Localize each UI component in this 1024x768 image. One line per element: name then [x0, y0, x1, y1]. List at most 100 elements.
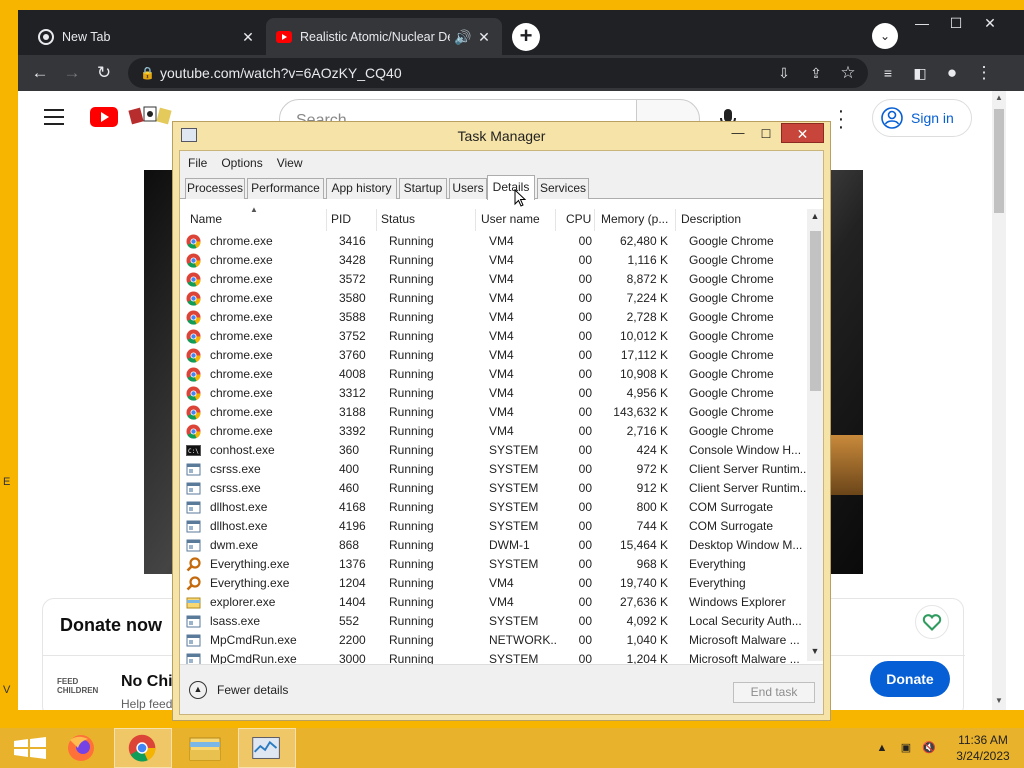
table-row[interactable]: chrome.exe 3392 Running VM4 00 2,716 K Google … — [180, 422, 812, 441]
table-row[interactable]: Everything.exe 1376 Running SYSTEM 00 968 K Ev… — [180, 555, 812, 574]
window-process-icon — [186, 653, 201, 664]
maximize-window-icon[interactable]: ☐ — [940, 12, 972, 34]
sign-in-button[interactable]: Sign in — [872, 99, 972, 137]
table-row[interactable]: chrome.exe 3428 Running VM4 00 1,116 K Google … — [180, 251, 812, 270]
page-scrollbar[interactable]: ▲ ▼ — [992, 91, 1006, 710]
table-row[interactable]: chrome.exe 3416 Running VM4 00 62,480 K Google… — [180, 232, 812, 251]
task-manager-body: File Options View Processes Performance … — [179, 150, 824, 715]
column-divider[interactable] — [675, 209, 676, 231]
table-row[interactable]: chrome.exe 3752 Running VM4 00 10,012 K Google… — [180, 327, 812, 346]
youtube-logo-icon[interactable] — [90, 107, 118, 127]
process-status: Running — [389, 652, 434, 664]
clock[interactable]: 11:36 AM 3/24/2023 — [948, 732, 1018, 764]
tab-startup[interactable]: Startup — [399, 178, 447, 199]
tab-youtube[interactable]: Realistic Atomic/Nuclear Des 🔊 ✕ — [266, 18, 502, 55]
process-cpu: 00 — [578, 557, 592, 571]
tab-processes[interactable]: Processes — [185, 178, 245, 199]
table-row[interactable]: MpCmdRun.exe 3000 Running SYSTEM 00 1,204 K Mi… — [180, 650, 812, 664]
tab-new-tab[interactable]: New Tab ✕ — [28, 18, 266, 55]
media-controls-icon[interactable]: ≡ — [876, 61, 900, 85]
table-row[interactable]: chrome.exe 3588 Running VM4 00 2,728 K Google … — [180, 308, 812, 327]
table-row[interactable]: chrome.exe 4008 Running VM4 00 10,908 K Google… — [180, 365, 812, 384]
tab-users[interactable]: Users — [449, 178, 487, 199]
column-divider[interactable] — [475, 209, 476, 231]
column-divider[interactable] — [555, 209, 556, 231]
show-hidden-icons-icon[interactable]: ▲ — [874, 740, 890, 756]
firefox-icon[interactable] — [52, 728, 110, 768]
hamburger-menu-icon[interactable] — [44, 109, 64, 130]
table-row[interactable]: Everything.exe 1204 Running VM4 00 19,740 K Ev… — [180, 574, 812, 593]
table-row[interactable]: MpCmdRun.exe 2200 Running NETWORK... 00 1,040… — [180, 631, 812, 650]
new-tab-button[interactable]: + — [512, 23, 540, 51]
table-row[interactable]: C:\ conhost.exe 360 Running SYSTEM 00 424 K Con… — [180, 441, 812, 460]
table-row[interactable]: chrome.exe 3760 Running VM4 00 17,112 K Google… — [180, 346, 812, 365]
menu-options[interactable]: Options — [221, 156, 262, 170]
forward-icon[interactable]: → — [60, 61, 84, 85]
table-row[interactable]: csrss.exe 400 Running SYSTEM 00 972 K Client S… — [180, 460, 812, 479]
volume-muted-icon[interactable]: 🔇 — [921, 740, 937, 756]
table-row[interactable]: chrome.exe 3580 Running VM4 00 7,224 K Google … — [180, 289, 812, 308]
table-row[interactable]: csrss.exe 460 Running SYSTEM 00 912 K Client S… — [180, 479, 812, 498]
task-manager-titlebar[interactable]: Task Manager — ☐ ✕ — [173, 122, 830, 150]
install-app-icon[interactable]: ⇩ — [772, 61, 796, 85]
table-row[interactable]: chrome.exe 3188 Running VM4 00 143,632 K Googl… — [180, 403, 812, 422]
scroll-up-icon[interactable]: ▲ — [807, 211, 823, 221]
chrome-menu-icon[interactable]: ⋮ — [972, 61, 996, 85]
close-tab-icon[interactable]: ✕ — [476, 29, 492, 45]
reload-icon[interactable]: ↻ — [92, 61, 116, 85]
table-row[interactable]: lsass.exe 552 Running SYSTEM 00 4,092 K Local … — [180, 612, 812, 631]
address-bar[interactable]: 🔒 youtube.com/watch?v=6AOzKY_CQ40 — [128, 58, 868, 88]
column-divider[interactable] — [376, 209, 377, 231]
column-description[interactable]: Description — [681, 212, 741, 226]
column-name[interactable]: Name — [190, 212, 222, 226]
network-icon[interactable]: ▣ — [898, 740, 914, 756]
profile-icon[interactable]: ● — [940, 61, 964, 85]
table-row[interactable]: explorer.exe 1404 Running VM4 00 27,636 K Wind… — [180, 593, 812, 612]
scroll-down-icon[interactable]: ▼ — [807, 646, 823, 656]
window-process-icon — [186, 501, 201, 514]
process-user: VM4 — [489, 310, 514, 324]
fewer-details-button[interactable]: ▲ Fewer details — [189, 681, 288, 699]
end-task-button[interactable]: End task — [733, 682, 815, 703]
close-window-icon[interactable]: ✕ — [974, 12, 1006, 34]
donate-button[interactable]: Donate — [870, 661, 950, 697]
file-explorer-icon[interactable] — [176, 728, 234, 768]
speaker-icon[interactable]: 🔊 — [454, 29, 471, 45]
minimize-icon[interactable]: — — [725, 124, 751, 144]
tab-app-history[interactable]: App history — [326, 178, 397, 199]
scroll-up-icon[interactable]: ▲ — [992, 93, 1006, 102]
bookmark-star-icon[interactable]: ☆ — [836, 61, 860, 85]
column-cpu[interactable]: CPU — [566, 212, 591, 226]
minimize-window-icon[interactable]: — — [906, 12, 938, 34]
share-icon[interactable]: ⇪ — [804, 61, 828, 85]
tab-search-button[interactable]: ⌄ — [872, 23, 898, 49]
table-row[interactable]: chrome.exe 3312 Running VM4 00 4,956 K Google … — [180, 384, 812, 403]
column-pid[interactable]: PID — [331, 212, 351, 226]
table-row[interactable]: dllhost.exe 4196 Running SYSTEM 00 744 K COM S… — [180, 517, 812, 536]
process-description: Microsoft Malware ... — [689, 652, 800, 664]
table-row[interactable]: dwm.exe 868 Running DWM-1 00 15,464 K Desktop … — [180, 536, 812, 555]
table-scrollbar[interactable]: ▲ ▼ — [807, 209, 823, 661]
task-manager-taskbar-button[interactable] — [238, 728, 296, 768]
tab-services[interactable]: Services — [537, 178, 589, 199]
scrollbar-thumb[interactable] — [994, 109, 1004, 213]
maximize-icon[interactable]: ☐ — [753, 124, 779, 144]
column-status[interactable]: Status — [381, 212, 415, 226]
side-panel-icon[interactable]: ◧ — [908, 61, 932, 85]
table-row[interactable]: dllhost.exe 4168 Running SYSTEM 00 800 K COM S… — [180, 498, 812, 517]
menu-file[interactable]: File — [188, 156, 207, 170]
column-memory[interactable]: Memory (p... — [601, 212, 668, 226]
table-row[interactable]: chrome.exe 3572 Running VM4 00 8,872 K Google … — [180, 270, 812, 289]
scroll-down-icon[interactable]: ▼ — [992, 696, 1006, 705]
close-tab-icon[interactable]: ✕ — [240, 29, 256, 45]
back-icon[interactable]: ← — [28, 61, 52, 85]
column-user-name[interactable]: User name — [481, 212, 540, 226]
close-icon[interactable]: ✕ — [781, 123, 824, 143]
tab-performance[interactable]: Performance — [247, 178, 324, 199]
menu-view[interactable]: View — [277, 156, 303, 170]
scrollbar-thumb[interactable] — [810, 231, 821, 391]
column-divider[interactable] — [594, 209, 595, 231]
more-options-icon[interactable]: · · · — [834, 101, 848, 137]
chrome-taskbar-button[interactable] — [114, 728, 172, 768]
column-divider[interactable] — [326, 209, 327, 231]
